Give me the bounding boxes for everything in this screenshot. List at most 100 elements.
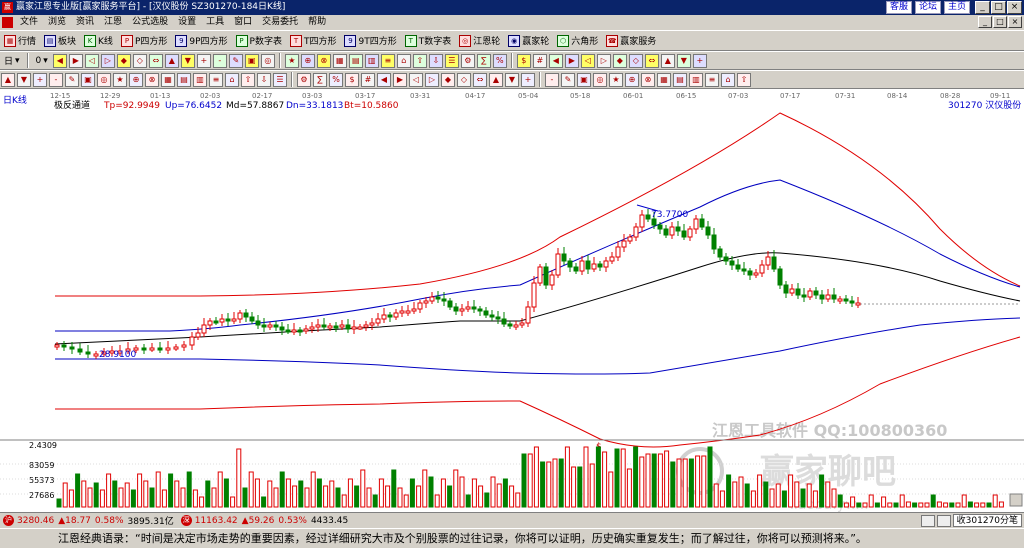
drawing-tool-icon[interactable]: ▣	[81, 72, 95, 87]
toolbar-button-4[interactable]: 9 9P四方形	[171, 32, 231, 49]
drawing-tool-icon[interactable]: ▲	[1, 72, 15, 87]
tool-icon[interactable]: ◁	[84, 53, 99, 68]
drawing-tool-icon[interactable]: ▶	[393, 72, 407, 87]
tool-icon[interactable]: ▷	[596, 53, 611, 68]
toolbar-button-11[interactable]: ⬡ 六角形	[553, 32, 602, 49]
drawing-tool-icon[interactable]: ⊗	[641, 72, 655, 87]
toolbar-button-10[interactable]: ◉ 赢家轮	[504, 32, 553, 49]
shanghai-index-icon[interactable]: 沪	[3, 515, 14, 526]
drawing-tool-icon[interactable]: ☰	[273, 72, 287, 87]
drawing-tool-icon[interactable]: ★	[609, 72, 623, 87]
toolbar-button-6[interactable]: T T四方形	[286, 32, 341, 49]
tool-icon[interactable]: ◁	[580, 53, 595, 68]
tool-icon[interactable]: ★	[284, 53, 299, 68]
drawing-tool-icon[interactable]: ◇	[457, 72, 471, 87]
homepage-link[interactable]: 主页	[943, 1, 970, 14]
drawing-tool-icon[interactable]: ∑	[313, 72, 327, 87]
drawing-tool-icon[interactable]: ✎	[65, 72, 79, 87]
tool-icon[interactable]: ▦	[332, 53, 347, 68]
period-selector[interactable]: 日 ▾	[0, 52, 24, 69]
toolbar-button-0[interactable]: ▦ 行情	[0, 32, 40, 49]
tool-icon[interactable]: ◇	[628, 53, 643, 68]
mdi-close-button[interactable]: ×	[1008, 16, 1022, 28]
minimize-button[interactable]: _	[975, 1, 990, 14]
toolbar-button-12[interactable]: ☎ 赢家服务	[602, 32, 660, 49]
drawing-tool-icon[interactable]: ▦	[161, 72, 175, 87]
tool-icon[interactable]: ☰	[444, 53, 459, 68]
tool-icon[interactable]: ◀	[52, 53, 67, 68]
mdi-minimize-button[interactable]: _	[978, 16, 992, 28]
drawing-tool-icon[interactable]: ◀	[377, 72, 391, 87]
tool-icon[interactable]: ▶	[68, 53, 83, 68]
tool-icon[interactable]: +	[692, 53, 707, 68]
drawing-tool-icon[interactable]: -	[49, 72, 63, 87]
maximize-button[interactable]: □	[991, 1, 1006, 14]
tool-icon[interactable]: $	[516, 53, 531, 68]
drawing-tool-icon[interactable]: ▷	[425, 72, 439, 87]
tool-icon[interactable]: ∑	[476, 53, 491, 68]
drawing-tool-icon[interactable]: -	[545, 72, 559, 87]
drawing-tool-icon[interactable]: ⌂	[225, 72, 239, 87]
tool-icon[interactable]: ◆	[116, 53, 131, 68]
drawing-tool-icon[interactable]: ▼	[17, 72, 31, 87]
tool-icon[interactable]: ▤	[348, 53, 363, 68]
shenzhen-index-icon[interactable]: 深	[180, 515, 192, 526]
tool-icon[interactable]: +	[196, 53, 211, 68]
menu-trade[interactable]: 交易委托	[257, 15, 303, 30]
drawing-tool-icon[interactable]: +	[521, 72, 535, 87]
toolbar-button-1[interactable]: ▤ 板块	[40, 32, 80, 49]
tool-icon[interactable]: ✎	[228, 53, 243, 68]
menu-gann[interactable]: 江恩	[99, 15, 127, 30]
tool-icon[interactable]: ⇔	[148, 53, 163, 68]
drawing-tool-icon[interactable]: ⊕	[129, 72, 143, 87]
drawing-tool-icon[interactable]: ◎	[97, 72, 111, 87]
tool-icon[interactable]: ◎	[260, 53, 275, 68]
menu-file[interactable]: 文件	[15, 15, 43, 30]
tool-icon[interactable]: #	[532, 53, 547, 68]
tool-icon[interactable]: ▣	[244, 53, 259, 68]
customer-service-link[interactable]: 客服	[885, 1, 912, 14]
tool-icon[interactable]: ⇩	[428, 53, 443, 68]
drawing-tool-icon[interactable]: ⚙	[297, 72, 311, 87]
tool-icon[interactable]: ≡	[380, 53, 395, 68]
tool-icon[interactable]: ⌂	[396, 53, 411, 68]
toolbar-button-5[interactable]: P P数字表	[232, 32, 286, 49]
tool-icon[interactable]: ⊗	[316, 53, 331, 68]
menu-settings[interactable]: 设置	[173, 15, 201, 30]
tool-icon[interactable]: ▶	[564, 53, 579, 68]
drawing-tool-icon[interactable]: ⇩	[257, 72, 271, 87]
kline-chart-area[interactable]: 12-15 12-29 01-13 02-03 02-17 03-03 03-17 03-31…	[0, 89, 1024, 512]
tool-icon[interactable]: ⇧	[412, 53, 427, 68]
tool-icon[interactable]: %	[492, 53, 507, 68]
drawing-tool-icon[interactable]: ▤	[177, 72, 191, 87]
drawing-tool-icon[interactable]: ⇧	[737, 72, 751, 87]
drawing-tool-icon[interactable]: ◎	[593, 72, 607, 87]
menu-browse[interactable]: 浏览	[43, 15, 71, 30]
tool-icon[interactable]: ⊕	[300, 53, 315, 68]
drawing-tool-icon[interactable]: ⇧	[241, 72, 255, 87]
scroll-button[interactable]	[1009, 493, 1023, 507]
tool-icon[interactable]: ⚙	[460, 53, 475, 68]
alert-icon[interactable]	[936, 514, 951, 527]
tool-icon[interactable]: ▼	[676, 53, 691, 68]
drawing-tool-icon[interactable]: ≡	[705, 72, 719, 87]
toolbar-button-3[interactable]: P P四方形	[117, 32, 171, 49]
toolbar-button-2[interactable]: K K线	[80, 32, 117, 49]
menu-help[interactable]: 帮助	[303, 15, 331, 30]
tool-icon[interactable]: -	[212, 53, 227, 68]
tool-icon[interactable]: ▷	[100, 53, 115, 68]
drawing-tool-icon[interactable]: ≡	[209, 72, 223, 87]
ma-selector[interactable]: 0 ▾	[32, 52, 52, 69]
forum-link[interactable]: 论坛	[914, 1, 941, 14]
menu-news[interactable]: 资讯	[71, 15, 99, 30]
tool-icon[interactable]: ▲	[164, 53, 179, 68]
drawing-tool-icon[interactable]: ⊕	[625, 72, 639, 87]
tool-icon[interactable]: ▲	[660, 53, 675, 68]
tool-icon[interactable]: ◀	[548, 53, 563, 68]
toolbar-button-9[interactable]: ◎ 江恩轮	[455, 32, 504, 49]
drawing-tool-icon[interactable]: ⊗	[145, 72, 159, 87]
drawing-tool-icon[interactable]: ▤	[673, 72, 687, 87]
tool-icon[interactable]: ⇔	[644, 53, 659, 68]
drawing-tool-icon[interactable]: ⌂	[721, 72, 735, 87]
toolbar-button-7[interactable]: 9 9T四方形	[340, 32, 400, 49]
